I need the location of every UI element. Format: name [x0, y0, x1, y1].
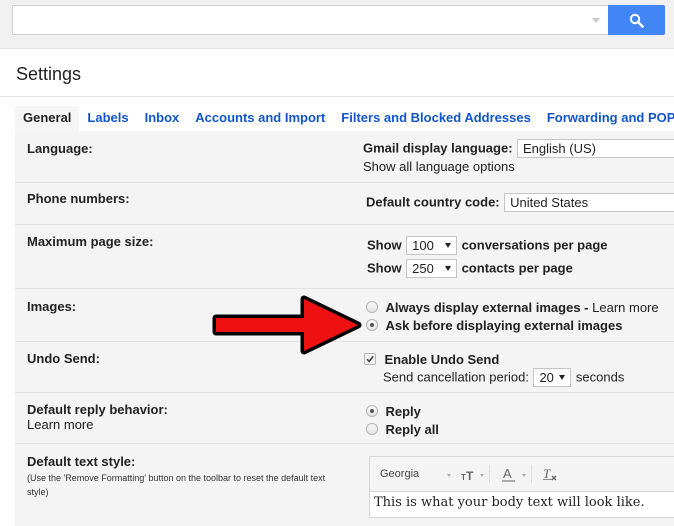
tab-labels[interactable]: Labels: [79, 106, 136, 131]
toolbar-separator: [489, 465, 490, 483]
default-text-style-label: Default text style:: [27, 454, 136, 469]
display-language-label: Gmail display language:: [363, 140, 513, 156]
send-cancellation-period-field: Send cancellation period: 20 seconds: [383, 368, 624, 387]
default-country-code-label: Default country code:: [366, 194, 500, 210]
settings-tabs: General Labels Inbox Accounts and Import…: [15, 106, 674, 131]
search-icon: [629, 13, 644, 28]
text-color-caret-icon[interactable]: [522, 474, 526, 477]
text-style-editor: Georgia T T A T This is what your body t…: [369, 456, 674, 518]
undo-send-label: Undo Send:: [27, 351, 100, 366]
reply-all-option[interactable]: Reply all: [366, 421, 439, 439]
seconds-suffix: seconds: [575, 369, 625, 385]
tab-general[interactable]: General: [15, 106, 80, 131]
search-options-caret-icon[interactable]: [592, 18, 600, 23]
svg-text:A: A: [503, 466, 512, 481]
images-learn-more-link[interactable]: Learn more: [592, 300, 658, 315]
svg-text:T: T: [543, 466, 551, 481]
contacts-per-page-select[interactable]: 250: [406, 259, 458, 278]
tab-accounts-and-import[interactable]: Accounts and Import: [187, 106, 333, 131]
country-code-field: Default country code: United States: [366, 193, 674, 212]
reply-label: Reply: [385, 404, 421, 419]
contacts-per-page-field: Show 250 contacts per page: [367, 259, 573, 278]
conversations-per-page-suffix: conversations per page: [461, 237, 608, 253]
font-family-caret-icon[interactable]: [447, 474, 451, 477]
phone-numbers-label: Phone numbers:: [27, 191, 130, 206]
toolbar-separator: [531, 465, 532, 483]
show-all-language-options-link[interactable]: Show all language options: [363, 159, 515, 174]
search-input[interactable]: [12, 5, 608, 35]
setting-row-phone-numbers: Phone numbers: Default country code: Uni…: [15, 183, 674, 225]
search-button[interactable]: [608, 5, 665, 35]
country-code-value: United States: [510, 195, 589, 210]
reply-option[interactable]: Reply: [366, 403, 421, 421]
editor-toolbar: Georgia T T A T: [370, 457, 674, 492]
ask-before-displaying-images-label: Ask before displaying external images: [385, 318, 623, 333]
enable-undo-send-option[interactable]: Enable Undo Send: [364, 351, 499, 369]
default-text-style-hint: (Use the 'Remove Formatting' button on t…: [27, 473, 326, 497]
remove-formatting-icon[interactable]: T: [542, 466, 558, 482]
dropdown-arrow-icon: [445, 243, 452, 248]
text-size-icon[interactable]: T T: [461, 468, 477, 481]
always-display-images-label: Always display external images: [385, 300, 581, 315]
display-language-value: English (US): [523, 141, 596, 156]
max-page-size-label: Maximum page size:: [27, 234, 154, 249]
svg-text:T: T: [466, 469, 474, 481]
dropdown-arrow-icon: [445, 266, 452, 271]
conversations-per-page-value: 100: [412, 238, 434, 253]
show-label: Show: [367, 260, 402, 276]
setting-row-max-page-size: Maximum page size: Show 100 conversation…: [15, 225, 674, 289]
reply-learn-more-link[interactable]: Learn more: [27, 417, 93, 432]
top-bar: [0, 0, 674, 49]
always-display-images-option[interactable]: Always display external images - Learn m…: [366, 299, 659, 317]
text-size-caret-icon[interactable]: [480, 474, 484, 477]
default-reply-behavior-label: Default reply behavior:: [27, 402, 168, 417]
conversations-per-page-select[interactable]: 100: [406, 236, 458, 255]
country-code-select[interactable]: United States: [504, 193, 674, 212]
separator: -: [580, 300, 593, 315]
reply-all-radio[interactable]: [366, 423, 378, 435]
reply-radio[interactable]: [366, 405, 378, 417]
conversations-per-page-field: Show 100 conversations per page: [367, 236, 608, 255]
page-title: Settings: [16, 64, 82, 84]
language-label: Language:: [27, 141, 93, 156]
red-arrow-annotation-icon: [212, 295, 362, 355]
enable-undo-send-label: Enable Undo Send: [384, 352, 500, 367]
dropdown-arrow-icon: [559, 375, 566, 380]
send-cancellation-period-value: 20: [539, 370, 554, 385]
setting-row-language: Language: Gmail display language: Englis…: [15, 131, 674, 183]
display-language-select[interactable]: English (US): [517, 139, 674, 158]
language-field: Gmail display language: English (US): [363, 139, 674, 158]
setting-row-default-reply-behavior: Default reply behavior: Learn more Reply…: [15, 393, 674, 444]
show-label: Show: [367, 237, 402, 253]
send-cancellation-period-select[interactable]: 20: [533, 368, 572, 387]
reply-all-label: Reply all: [385, 422, 439, 437]
text-style-preview[interactable]: This is what your body text will look li…: [370, 492, 674, 517]
tab-forwarding-and-pop-imap[interactable]: Forwarding and POP/IMAP: [539, 106, 674, 131]
font-family-select[interactable]: Georgia: [380, 468, 419, 480]
contacts-per-page-value: 250: [412, 261, 434, 276]
contacts-per-page-suffix: contacts per page: [461, 260, 573, 276]
text-color-icon[interactable]: A: [502, 466, 516, 483]
send-cancellation-period-label: Send cancellation period:: [383, 369, 529, 385]
tab-inbox[interactable]: Inbox: [137, 106, 188, 131]
images-label: Images:: [27, 299, 77, 314]
tab-filters-and-blocked-addresses[interactable]: Filters and Blocked Addresses: [333, 106, 539, 131]
ask-before-displaying-images-option[interactable]: Ask before displaying external images: [366, 317, 622, 335]
title-bar: Settings: [0, 49, 674, 97]
